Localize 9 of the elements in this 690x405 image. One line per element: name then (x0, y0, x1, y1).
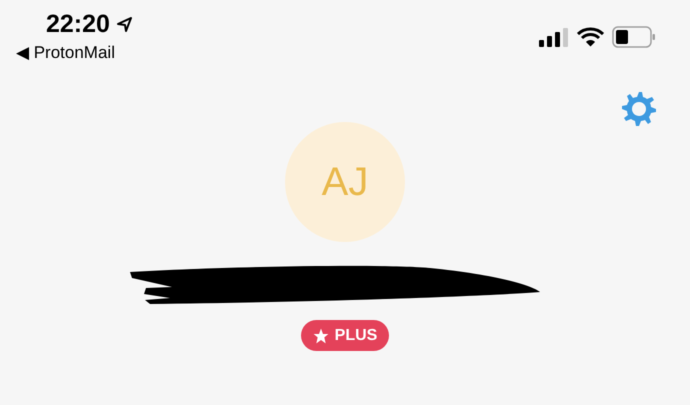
back-link[interactable]: ◀ ProtonMail (16, 42, 133, 64)
plan-label: PLUS (334, 326, 378, 346)
cellular-signal-icon (539, 27, 569, 47)
battery-icon (612, 26, 656, 48)
wifi-icon (577, 27, 604, 47)
star-icon (312, 328, 329, 344)
location-arrow-icon (116, 16, 133, 32)
clock-time: 22:20 (46, 9, 110, 40)
settings-icon[interactable] (620, 90, 658, 128)
